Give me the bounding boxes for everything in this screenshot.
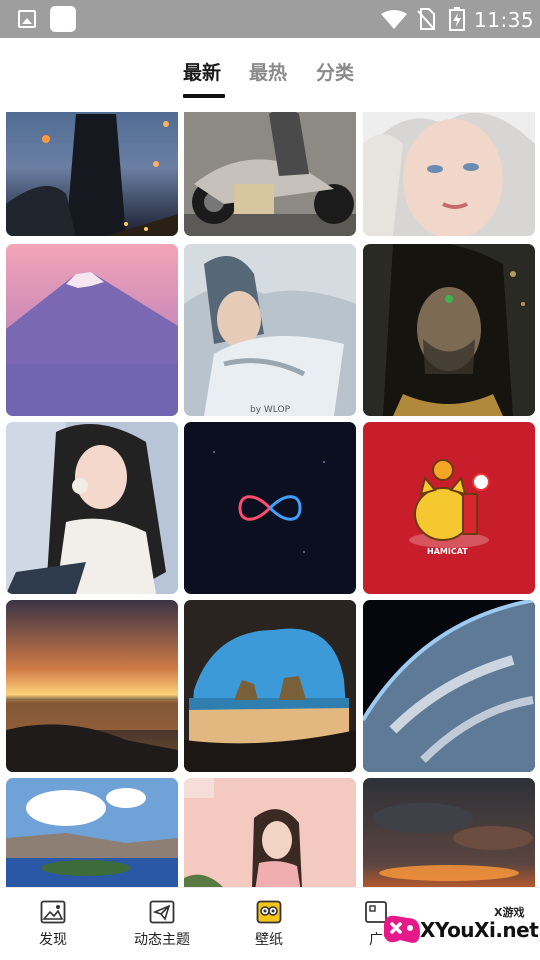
painting-signature: by WLOP <box>250 405 291 415</box>
wallpaper-elf-girl-painting[interactable]: by WLOP <box>184 244 356 416</box>
wallpaper-sea-cave-beach[interactable] <box>184 600 356 772</box>
no-sim-icon <box>417 8 435 30</box>
site-watermark: X游戏 XYouXi.net <box>378 898 539 956</box>
watermark-text: XYouXi.net <box>420 918 539 942</box>
wifi-icon <box>381 10 407 29</box>
nav-label-wallpaper: 壁纸 <box>255 932 283 948</box>
wallpaper-silver-hair-girl[interactable] <box>363 112 535 236</box>
tab-latest[interactable]: 最新 <box>183 58 221 85</box>
wallpaper-girl-portrait[interactable] <box>6 422 178 594</box>
wallpaper-fiery-clouds[interactable] <box>363 778 535 887</box>
nav-discover[interactable]: 发现 <box>30 900 76 949</box>
nav-label-discover: 发现 <box>39 932 67 948</box>
paper-plane-icon <box>149 900 175 924</box>
top-tab-bar: 最新 最热 分类 <box>0 38 540 112</box>
image-icon <box>40 900 66 924</box>
tab-hottest[interactable]: 最热 <box>249 58 287 85</box>
face-icon <box>256 900 282 924</box>
wallpaper-mount-fuji-pink[interactable] <box>6 244 178 416</box>
wallpaper-hamicat[interactable]: HAMICAT <box>363 422 535 594</box>
wallpaper-veiled-woman[interactable] <box>363 244 535 416</box>
wallpaper-sunset-lake[interactable] <box>6 600 178 772</box>
battery-charging-icon <box>449 7 465 31</box>
wallpaper-motorcycle-rider[interactable] <box>184 112 356 236</box>
status-time: 11:35 <box>474 8 535 32</box>
app-square-icon <box>50 6 76 32</box>
wallpaper-grid[interactable]: by WLOP HAMICAT <box>0 112 540 887</box>
status-bar: 11:35 <box>0 0 540 38</box>
tab-category[interactable]: 分类 <box>316 58 354 85</box>
gamepad-logo-icon <box>384 915 420 943</box>
nav-dynamic-theme[interactable]: 动态主题 <box>126 900 198 949</box>
image-icon <box>18 10 36 28</box>
wallpaper-earth-from-space[interactable] <box>363 600 535 772</box>
wallpaper-girl-pink-room[interactable] <box>184 778 356 887</box>
wallpaper-neon-infinity[interactable] <box>184 422 356 594</box>
wallpaper-warrior-lanterns[interactable] <box>6 112 178 236</box>
wallpaper-crater-lake[interactable] <box>6 778 178 887</box>
nav-wallpaper[interactable]: 壁纸 <box>246 900 292 949</box>
nav-label-dynamic-theme: 动态主题 <box>134 932 190 948</box>
hamicat-logo-text: HAMICAT <box>427 547 468 556</box>
active-tab-indicator <box>183 94 225 98</box>
